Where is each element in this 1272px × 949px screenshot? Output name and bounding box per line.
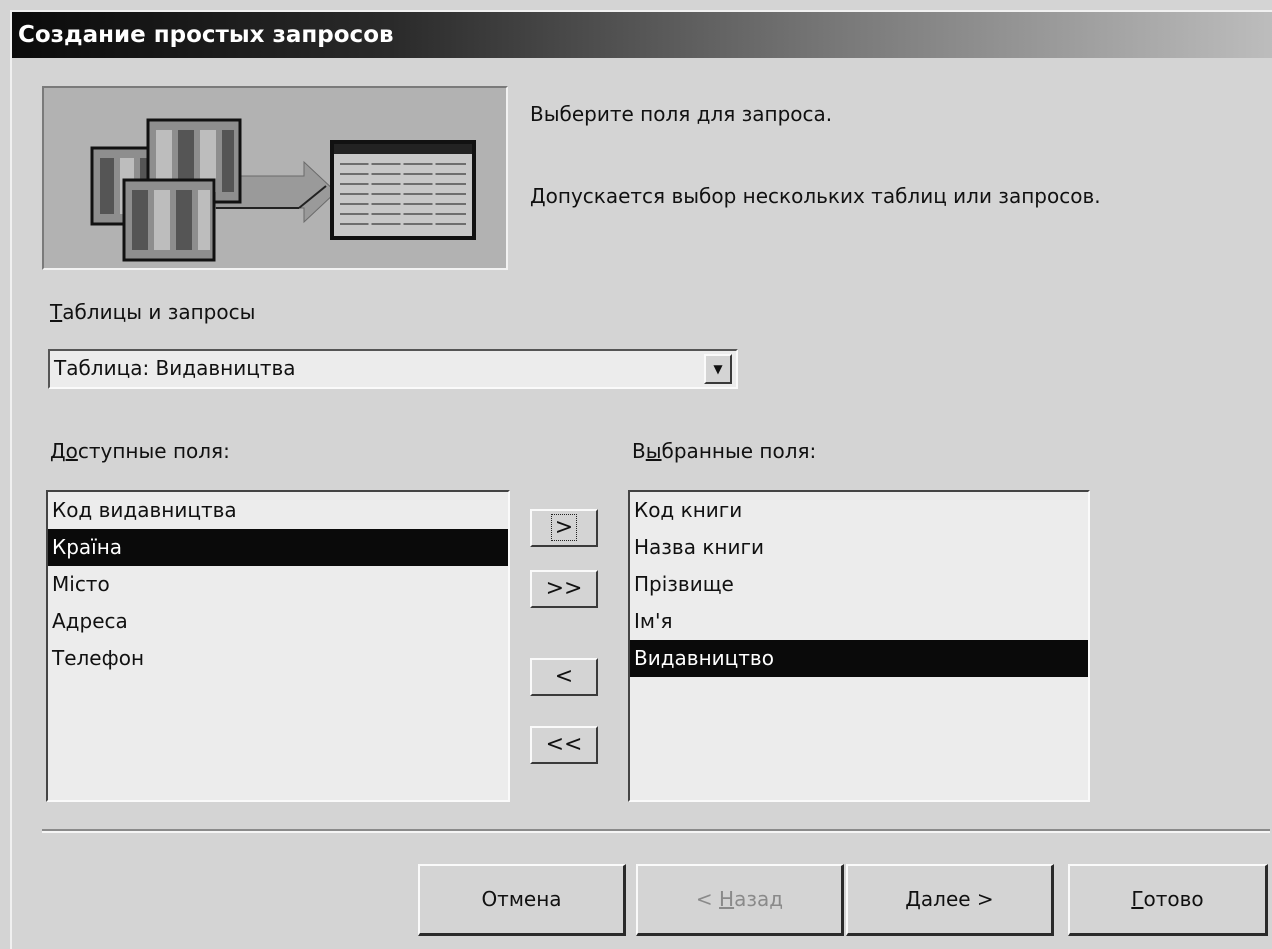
- instruction-hint: Допускается выбор нескольких таблиц или …: [530, 184, 1101, 208]
- simple-query-wizard-dialog: Создание простых запросов Выберите поля …: [10, 10, 1272, 949]
- cancel-button[interactable]: Отмена: [418, 864, 626, 936]
- next-button[interactable]: Далее >: [846, 864, 1054, 936]
- tables-queries-select[interactable]: Таблица: Видавництва ▼: [48, 349, 738, 389]
- wizard-illustration: [42, 86, 508, 270]
- selected-fields-label: Выбранные поля:: [632, 439, 817, 463]
- list-item-selected[interactable]: Видавництво: [630, 640, 1088, 677]
- window-title: Создание простых запросов: [18, 22, 394, 48]
- list-item[interactable]: Телефон: [48, 640, 508, 677]
- list-item-selected[interactable]: Країна: [48, 529, 508, 566]
- list-item[interactable]: Місто: [48, 566, 508, 603]
- instruction-text: Выберите поля для запроса.: [530, 102, 833, 126]
- available-fields-label: Доступные поля:: [50, 439, 230, 463]
- tables-queries-value: Таблица: Видавництва: [54, 356, 296, 380]
- list-item[interactable]: Код книги: [630, 492, 1088, 529]
- back-button[interactable]: < Назад: [636, 864, 844, 936]
- dropdown-arrow-icon[interactable]: ▼: [704, 354, 732, 384]
- add-field-button[interactable]: >: [530, 509, 598, 547]
- tables-to-query-icon: [90, 118, 476, 262]
- finish-button[interactable]: Готово: [1068, 864, 1268, 936]
- add-all-fields-button[interactable]: >>: [530, 570, 598, 608]
- remove-all-fields-button[interactable]: <<: [530, 726, 598, 764]
- remove-field-button[interactable]: <: [530, 658, 598, 696]
- list-item[interactable]: Прізвище: [630, 566, 1088, 603]
- list-item[interactable]: Ім'я: [630, 603, 1088, 640]
- list-item[interactable]: Адреса: [48, 603, 508, 640]
- available-fields-list[interactable]: Код видавництва Країна Місто Адреса Теле…: [46, 490, 510, 802]
- separator: [42, 829, 1270, 833]
- list-item[interactable]: Код видавництва: [48, 492, 508, 529]
- list-item[interactable]: Назва книги: [630, 529, 1088, 566]
- title-bar: Создание простых запросов: [12, 12, 1272, 58]
- selected-fields-list[interactable]: Код книги Назва книги Прізвище Ім'я Вида…: [628, 490, 1090, 802]
- tables-queries-label: Таблицы и запросы: [50, 300, 256, 324]
